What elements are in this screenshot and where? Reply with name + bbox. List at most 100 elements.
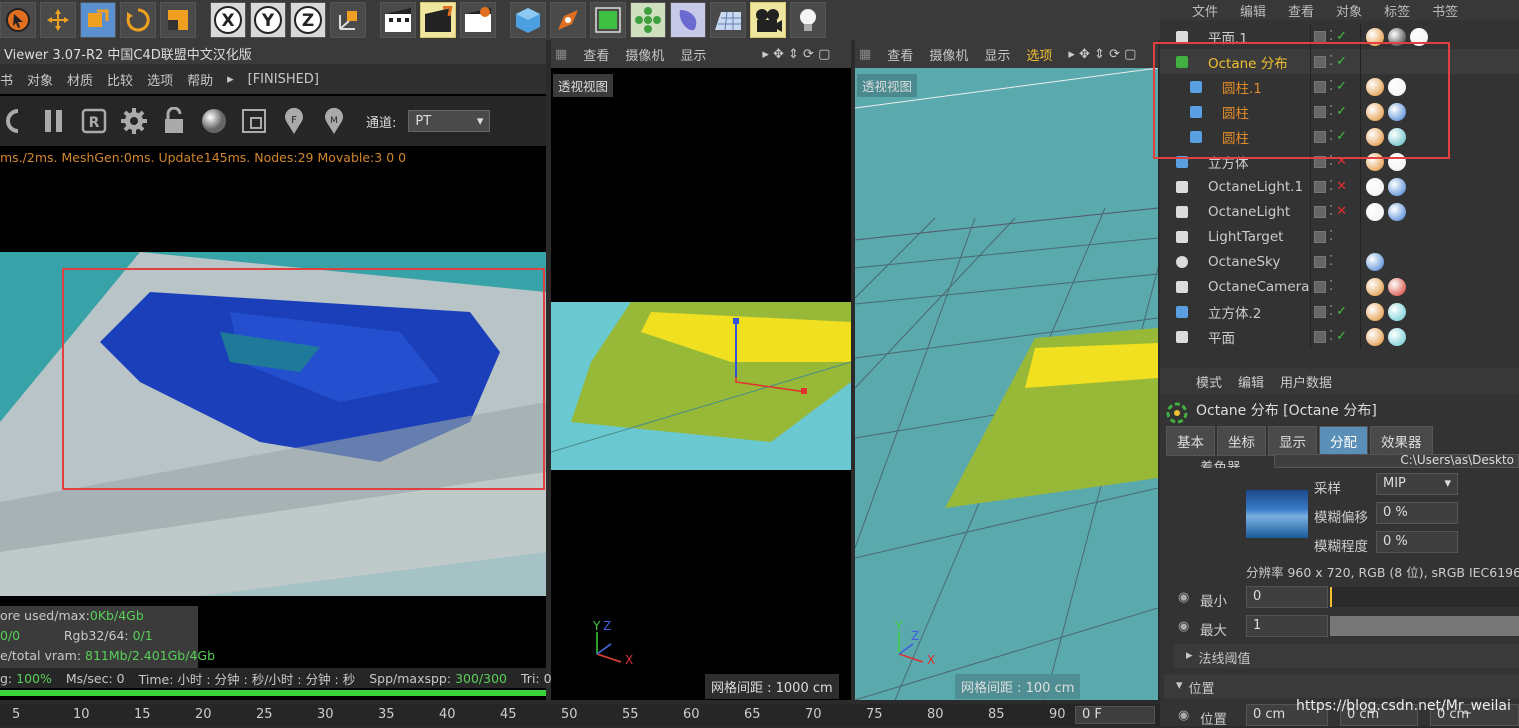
min-field[interactable]: 0 xyxy=(1246,586,1328,608)
disabled-icon[interactable]: ✕ xyxy=(1336,204,1347,219)
viewer-menu-objects[interactable]: 对象 xyxy=(27,70,53,89)
viewer-menu-file[interactable]: 书 xyxy=(0,70,13,89)
material-tag-icon[interactable] xyxy=(1366,277,1384,296)
clay-mode-icon[interactable] xyxy=(240,107,268,135)
material-ball-icon[interactable] xyxy=(200,107,228,135)
object-row[interactable]: OctaneLight ⁚ ✕ xyxy=(1160,199,1519,224)
tab-effectors[interactable]: 效果器 xyxy=(1370,426,1433,456)
attr-menu-userdata[interactable]: 用户数据 xyxy=(1280,372,1332,391)
om-menu-objects[interactable]: 对象 xyxy=(1336,1,1362,20)
vp1-menu-view[interactable]: 查看 xyxy=(583,45,609,64)
viewer-menu-help[interactable]: 帮助 xyxy=(187,70,213,89)
lock-icon[interactable] xyxy=(160,107,188,135)
material-tag-icon[interactable] xyxy=(1388,177,1406,196)
object-row[interactable]: OctaneCamera ⁚ xyxy=(1160,274,1519,299)
min-slider[interactable] xyxy=(1330,587,1519,607)
array-icon[interactable] xyxy=(630,2,666,38)
tab-distribution[interactable]: 分配 xyxy=(1319,426,1368,456)
object-tags[interactable] xyxy=(1366,277,1406,296)
channel-select[interactable]: PT ▾ xyxy=(408,110,491,132)
disabled-icon[interactable]: ✕ xyxy=(1336,179,1347,194)
pen-icon[interactable] xyxy=(550,2,586,38)
om-menu-view[interactable]: 查看 xyxy=(1288,1,1314,20)
rotate-icon[interactable] xyxy=(120,2,156,38)
blur-offset-field[interactable]: 0 % xyxy=(1376,502,1458,524)
material-tag-icon[interactable] xyxy=(1366,202,1384,221)
viewer-menu-compare[interactable]: 比较 xyxy=(107,70,133,89)
timeline[interactable]: 5 10 15 20 25 30 35 40 45 50 55 60 65 70 75 80 85 90 0 F xyxy=(0,704,1160,726)
object-tags[interactable] xyxy=(1366,202,1406,221)
max-slider[interactable] xyxy=(1330,616,1519,636)
viewport-perspective-right[interactable]: ▦ 查看 摄像机 显示 选项 ▸ ✥ ⇕ ⟳ ▢ 透视视图 Y Z X 网格间距… xyxy=(855,40,1158,700)
region-render-icon[interactable]: R xyxy=(80,107,108,135)
move-icon[interactable] xyxy=(40,2,76,38)
enabled-icon[interactable]: ✓ xyxy=(1336,304,1347,319)
normal-threshold-group[interactable]: ▸ 法线阈值 xyxy=(1174,644,1519,668)
visibility-toggle[interactable]: ⁚ ✓ xyxy=(1314,304,1347,319)
shader-path-field[interactable]: C:\Users\as\Deskto xyxy=(1274,454,1519,468)
nav-icons[interactable]: ▸ ✥ ⇕ ⟳ ▢ xyxy=(762,47,830,62)
material-tag-icon[interactable] xyxy=(1366,302,1384,321)
material-tag-icon[interactable] xyxy=(1388,202,1406,221)
object-row[interactable]: 平面 ⁚ ✓ xyxy=(1160,324,1519,349)
vp2-menu-display[interactable]: 显示 xyxy=(984,45,1010,64)
scale-icon[interactable] xyxy=(80,2,116,38)
object-tags[interactable] xyxy=(1366,327,1406,346)
material-tag-icon[interactable] xyxy=(1388,277,1406,296)
floor-icon[interactable] xyxy=(710,2,746,38)
frame-field[interactable]: 0 F xyxy=(1075,706,1155,724)
y-axis-icon[interactable]: Y xyxy=(250,2,286,38)
tab-coord[interactable]: 坐标 xyxy=(1217,426,1266,456)
object-row[interactable]: OctaneLight.1 ⁚ ✕ xyxy=(1160,174,1519,199)
vp2-menu-options[interactable]: 选项 xyxy=(1026,45,1052,64)
material-tag-icon[interactable] xyxy=(1366,252,1384,271)
tab-display[interactable]: 显示 xyxy=(1268,426,1317,456)
radio-icon[interactable]: ◉ xyxy=(1178,708,1189,723)
vp2-menu-view[interactable]: 查看 xyxy=(887,45,913,64)
vp1-menu-camera[interactable]: 摄像机 xyxy=(625,45,664,64)
object-tags[interactable] xyxy=(1366,252,1384,271)
object-row[interactable]: LightTarget ⁚ xyxy=(1160,224,1519,249)
nav-icons[interactable]: ▸ ✥ ⇕ ⟳ ▢ xyxy=(1068,47,1136,62)
attr-menu-mode[interactable]: 模式 xyxy=(1196,372,1222,391)
pick-material-icon[interactable]: M xyxy=(320,107,348,135)
world-coord-icon[interactable] xyxy=(330,2,366,38)
viewer-menu-materials[interactable]: 材质 xyxy=(67,70,93,89)
material-tag-icon[interactable] xyxy=(1388,327,1406,346)
om-menu-file[interactable]: 文件 xyxy=(1192,1,1218,20)
viewer-menu-options[interactable]: 选项 xyxy=(147,70,173,89)
max-field[interactable]: 1 xyxy=(1246,615,1328,637)
tab-basic[interactable]: 基本 xyxy=(1166,426,1215,456)
material-tag-icon[interactable] xyxy=(1366,177,1384,196)
subdivision-icon[interactable] xyxy=(590,2,626,38)
visibility-toggle[interactable]: ⁚ xyxy=(1314,254,1333,269)
object-row[interactable]: OctaneSky ⁚ xyxy=(1160,249,1519,274)
z-axis-icon[interactable]: Z xyxy=(290,2,326,38)
om-menu-tags[interactable]: 标签 xyxy=(1384,1,1410,20)
cube-icon[interactable] xyxy=(510,2,546,38)
radio-icon[interactable]: ◉ xyxy=(1178,619,1189,634)
om-menu-bookmarks[interactable]: 书签 xyxy=(1432,1,1458,20)
om-menu-edit[interactable]: 编辑 xyxy=(1240,1,1266,20)
viewport-perspective-left[interactable]: ▦ 查看 摄像机 显示 ▸ ✥ ⇕ ⟳ ▢ 透视视图 Y Z X 网格间距 : … xyxy=(551,40,851,700)
camera-icon[interactable] xyxy=(750,2,786,38)
vp2-menu-camera[interactable]: 摄像机 xyxy=(929,45,968,64)
scale-box-icon[interactable] xyxy=(160,2,196,38)
restart-icon[interactable] xyxy=(0,107,28,135)
position-group[interactable]: ▾ 位置 xyxy=(1164,674,1519,698)
select-icon[interactable] xyxy=(0,2,36,38)
visibility-toggle[interactable]: ⁚ ✕ xyxy=(1314,179,1347,194)
vp1-menu-display[interactable]: 显示 xyxy=(680,45,706,64)
material-tag-icon[interactable] xyxy=(1388,302,1406,321)
object-tags[interactable] xyxy=(1366,177,1406,196)
enabled-icon[interactable]: ✓ xyxy=(1336,329,1347,344)
visibility-toggle[interactable]: ⁚ ✓ xyxy=(1314,329,1347,344)
object-row[interactable]: 立方体.2 ⁚ ✓ xyxy=(1160,299,1519,324)
radio-icon[interactable]: ◉ xyxy=(1178,590,1189,605)
visibility-toggle[interactable]: ⁚ ✕ xyxy=(1314,204,1347,219)
sampling-select[interactable]: MIP ▾ xyxy=(1376,473,1458,495)
attr-menu-edit[interactable]: 编辑 xyxy=(1238,372,1264,391)
object-tags[interactable] xyxy=(1366,302,1406,321)
pause-icon[interactable] xyxy=(40,107,68,135)
pick-focus-icon[interactable]: F xyxy=(280,107,308,135)
